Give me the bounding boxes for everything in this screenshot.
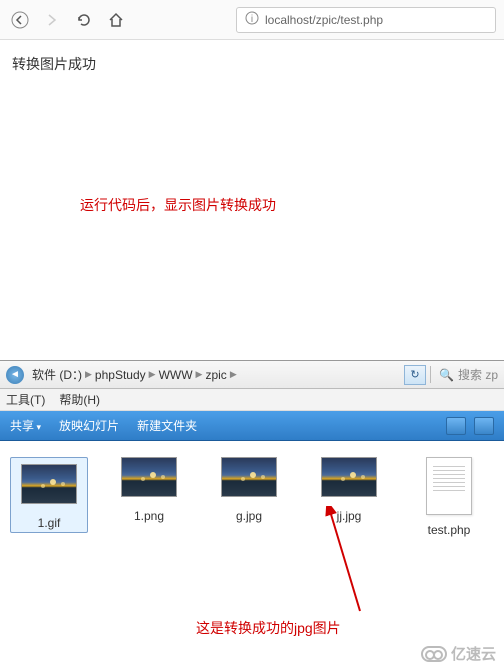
file-item[interactable]: g.jpg <box>210 457 288 523</box>
explorer-back-button[interactable]: ◄ <box>6 366 24 384</box>
browser-nav-bar: i localhost/zpic/test.php <box>0 0 504 40</box>
annotation-arrow <box>300 506 380 616</box>
file-name-label: g.jpg <box>236 509 262 523</box>
watermark: 亿速云 <box>421 643 496 664</box>
toolbar-share[interactable]: 共享 <box>10 417 41 434</box>
file-item[interactable]: test.php <box>410 457 488 537</box>
menu-tools[interactable]: 工具(T) <box>6 391 45 408</box>
url-bar[interactable]: i localhost/zpic/test.php <box>236 7 496 33</box>
refresh-icon[interactable]: ↻ <box>404 365 426 385</box>
image-thumbnail <box>121 457 177 497</box>
image-thumbnail <box>321 457 377 497</box>
annotation-bottom: 这是转换成功的jpg图片 <box>196 618 341 638</box>
toolbar-slideshow[interactable]: 放映幻灯片 <box>59 417 119 434</box>
search-placeholder: 搜索 zp <box>458 366 498 383</box>
image-thumbnail <box>21 464 77 504</box>
view-icon[interactable] <box>446 417 466 435</box>
chevron-right-icon: ▶ <box>196 369 203 380</box>
watermark-icon <box>421 646 447 662</box>
breadcrumb-segment[interactable]: phpStudy <box>95 368 146 382</box>
chevron-right-icon: ▶ <box>149 369 156 380</box>
menu-help[interactable]: 帮助(H) <box>59 391 100 408</box>
explorer-toolbar: 共享 放映幻灯片 新建文件夹 <box>0 411 504 441</box>
file-item[interactable]: 1.gif <box>10 457 88 533</box>
breadcrumb-segment[interactable]: WWW <box>159 368 193 382</box>
annotation-top: 运行代码后，显示图片转换成功 <box>80 195 276 215</box>
url-text: localhost/zpic/test.php <box>265 13 383 27</box>
chevron-right-icon: ▶ <box>230 369 237 380</box>
image-thumbnail <box>221 457 277 497</box>
breadcrumb-segment[interactable]: 软件 (D：) <box>32 366 82 383</box>
info-icon: i <box>245 11 259 28</box>
watermark-text: 亿速云 <box>451 643 496 664</box>
forward-button[interactable] <box>40 8 64 32</box>
file-icon <box>426 457 472 515</box>
help-icon[interactable] <box>474 417 494 435</box>
file-name-label: test.php <box>428 523 471 537</box>
breadcrumb-segment[interactable]: zpic <box>205 368 226 382</box>
file-name-label: 1.gif <box>38 516 61 530</box>
back-button[interactable] <box>8 8 32 32</box>
menu-bar: 工具(T) 帮助(H) <box>0 389 504 411</box>
search-icon: 🔍 <box>439 368 454 382</box>
address-bar: ◄ 软件 (D：)▶phpStudy▶WWW▶zpic▶ ↻ 🔍 搜索 zp <box>0 361 504 389</box>
file-name-label: 1.png <box>134 509 164 523</box>
toolbar-newfolder[interactable]: 新建文件夹 <box>137 417 197 434</box>
file-item[interactable]: 1.png <box>110 457 188 523</box>
svg-text:i: i <box>251 14 253 25</box>
search-box[interactable]: 🔍 搜索 zp <box>430 366 498 383</box>
toolbar-right <box>446 417 494 435</box>
home-button[interactable] <box>104 8 128 32</box>
file-grid: 1.gif1.pngg.jpgjj.jpgtest.php <box>0 441 504 553</box>
page-message: 转换图片成功 <box>12 54 492 74</box>
breadcrumb[interactable]: 软件 (D：)▶phpStudy▶WWW▶zpic▶ <box>32 366 404 383</box>
reload-button[interactable] <box>72 8 96 32</box>
chevron-right-icon: ▶ <box>85 369 92 380</box>
